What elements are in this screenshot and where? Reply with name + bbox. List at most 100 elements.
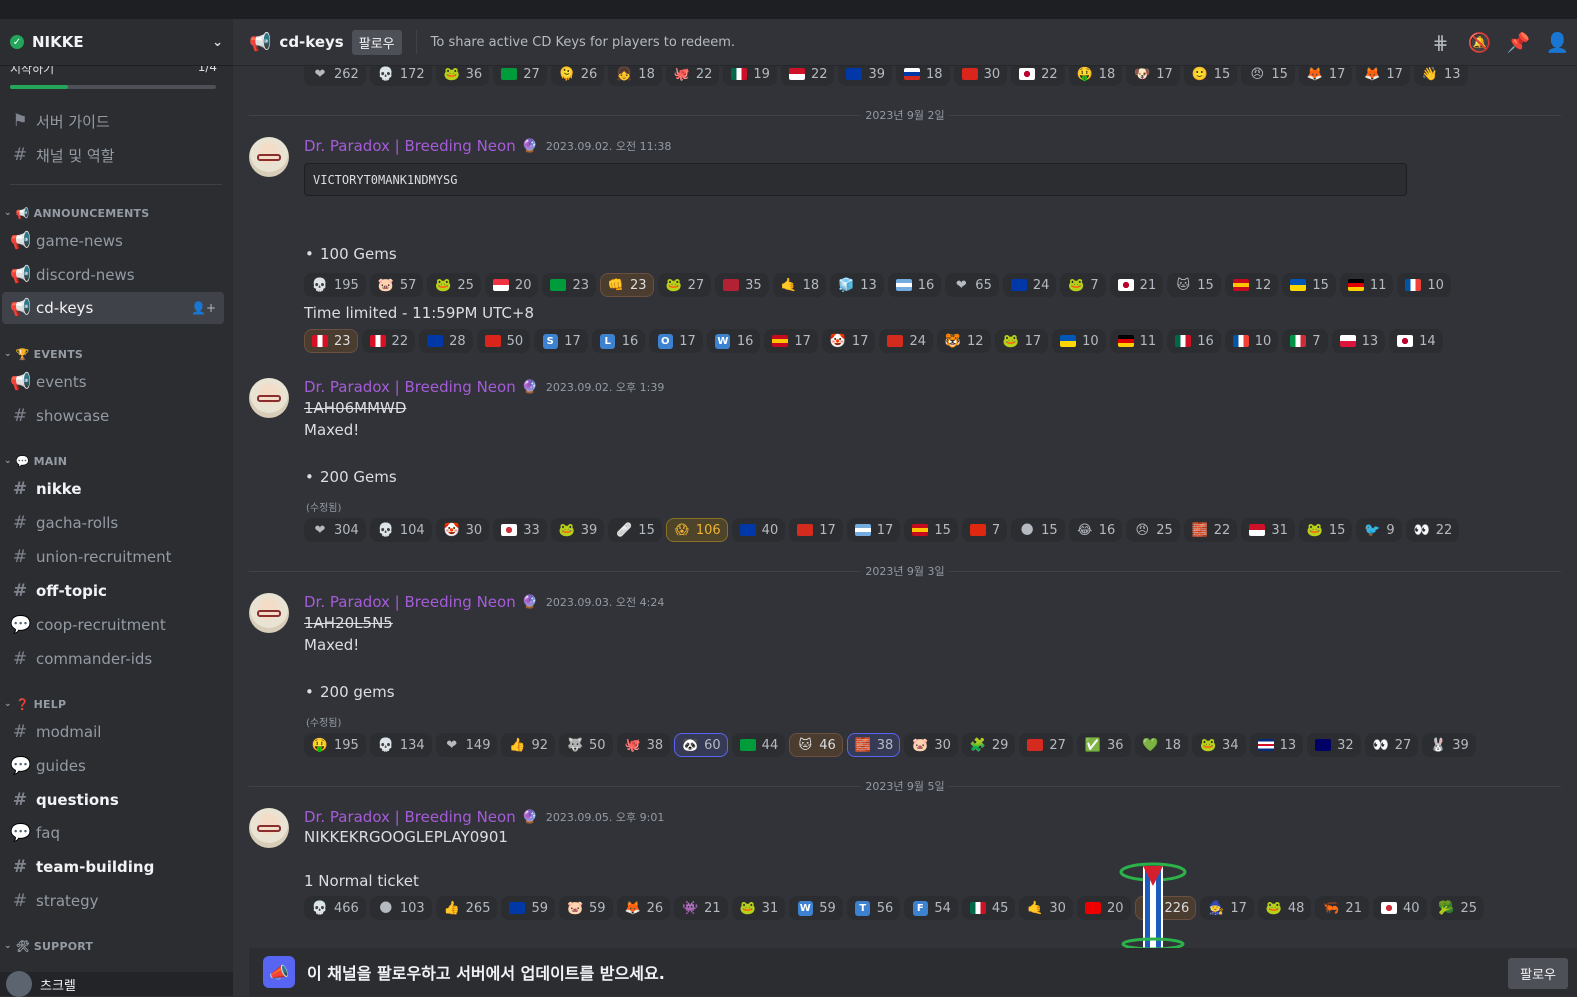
sidebar-item-channels-roles[interactable]: # 채널 및 역할 — [2, 139, 224, 171]
reaction-button[interactable]: 22 — [780, 66, 835, 86]
reaction-button[interactable]: 👍 92 — [501, 733, 556, 757]
reaction-button[interactable]: 59 — [501, 896, 556, 920]
reaction-button[interactable]: 17 — [789, 518, 843, 542]
server-header[interactable]: ✓ NIKKE ⌄ — [0, 19, 233, 66]
timestamp[interactable]: 2023.09.03. 오전 4:24 — [546, 594, 664, 610]
sidebar-item-game-news[interactable]: 📢 game-news — [2, 225, 224, 257]
reaction-button[interactable]: ❤ 262 — [304, 66, 366, 86]
reaction-button[interactable]: 13 — [1331, 329, 1386, 353]
sidebar-item-faq[interactable]: 💬 faq — [2, 817, 224, 849]
pin-icon[interactable]: 📌 — [1499, 31, 1538, 54]
avatar[interactable] — [249, 378, 289, 418]
reaction-button[interactable]: 20 — [484, 273, 539, 297]
reaction-button[interactable]: 🐸 15 — [1298, 518, 1353, 542]
reaction-button[interactable]: 🩹 15 — [608, 518, 662, 542]
reaction-button[interactable]: 🤙 18 — [772, 273, 827, 297]
follow-button[interactable]: 팔로우 — [1508, 958, 1568, 989]
sidebar-item-discord-news[interactable]: 📢 discord-news — [2, 259, 224, 291]
reaction-button[interactable]: 🦐 21 — [1315, 896, 1369, 920]
sidebar-item-modmail[interactable]: # modmail — [2, 716, 224, 748]
avatar[interactable] — [249, 137, 289, 177]
reaction-button[interactable]: 🐱 46 — [789, 733, 843, 757]
reaction-button[interactable]: 24 — [879, 329, 934, 353]
reaction-button[interactable]: 👍 265 — [435, 896, 498, 920]
follow-button[interactable]: 팔로우 — [351, 29, 402, 55]
reaction-button[interactable]: 11 — [1109, 329, 1164, 353]
reaction-button[interactable]: 🐸 48 — [1257, 896, 1312, 920]
reaction-button[interactable]: 🦊 17 — [1356, 66, 1410, 86]
reaction-button[interactable]: 33 — [493, 518, 547, 542]
sidebar-item-union-recruitment[interactable]: # union-recruitment — [2, 541, 224, 573]
reaction-button[interactable]: 45 — [961, 896, 1016, 920]
reaction-button[interactable]: 15 — [904, 518, 958, 542]
reaction-button[interactable]: 🐙 38 — [616, 733, 671, 757]
reaction-button[interactable]: 🐺 50 — [559, 733, 613, 757]
reaction-button[interactable]: 💚 18 — [1134, 733, 1189, 757]
reaction-button[interactable]: O 17 — [649, 329, 703, 353]
reaction-button[interactable]: 🧊 13 — [830, 273, 884, 297]
reaction-button[interactable]: 🐯 12 — [937, 329, 991, 353]
reaction-button[interactable]: 28 — [419, 329, 473, 353]
reaction-button[interactable]: 44 — [731, 733, 786, 757]
sidebar-item-coop-recruitment[interactable]: 💬 coop-recruitment — [2, 609, 224, 641]
reaction-button[interactable]: 24 — [1002, 273, 1057, 297]
chevron-down-icon[interactable]: ⌄ — [212, 35, 223, 50]
sidebar-item-showcase[interactable]: # showcase — [2, 400, 224, 432]
reaction-button[interactable]: 10 — [1224, 329, 1279, 353]
category-support[interactable]: ⌄ 🛠 SUPPORT — [4, 938, 93, 954]
reaction-button[interactable]: 16 — [1167, 329, 1221, 353]
reaction-button[interactable]: 19 — [723, 66, 777, 86]
sidebar-item-team-building[interactable]: # team-building — [2, 851, 224, 883]
sidebar-item-strategy[interactable]: # strategy — [2, 885, 224, 917]
reaction-button[interactable]: 23 — [304, 329, 358, 353]
reaction-button[interactable]: ❤ 65 — [945, 273, 999, 297]
reaction-button[interactable]: 🐸 31 — [731, 896, 786, 920]
reaction-button[interactable]: 17 — [846, 518, 901, 542]
reaction-button[interactable]: 14 — [1389, 329, 1443, 353]
reaction-button[interactable]: ❤ 149 — [435, 733, 498, 757]
reaction-button[interactable]: 10 — [1052, 329, 1106, 353]
sidebar-item-cd-keys[interactable]: 📢 cd-keys 👤+ — [2, 292, 224, 324]
reaction-button[interactable]: 💀 466 — [304, 896, 366, 920]
reaction-button[interactable]: 🤑 18 — [1068, 66, 1123, 86]
reaction-button[interactable]: 40 — [1372, 896, 1427, 920]
reaction-button[interactable]: 11 — [1339, 273, 1394, 297]
category-main[interactable]: ⌄ 💬 MAIN — [4, 453, 67, 469]
reaction-button[interactable]: 40 — [731, 518, 786, 542]
threads-icon[interactable]: ⋕ — [1421, 32, 1460, 54]
invite-member-icon[interactable]: 👤+ — [191, 301, 216, 315]
reaction-button[interactable]: 16 — [887, 273, 942, 297]
avatar[interactable] — [6, 971, 32, 997]
reaction-button[interactable]: 🐙 22 — [665, 66, 720, 86]
category-help[interactable]: ⌄ ❓ HELP — [4, 696, 66, 712]
reaction-button[interactable]: 🧱 38 — [846, 733, 901, 757]
reaction-button[interactable]: 💀 195 — [304, 273, 366, 297]
mute-bell-icon[interactable]: 🔕 — [1460, 31, 1499, 54]
member-list-icon[interactable]: 👤 — [1538, 31, 1577, 54]
author-name[interactable]: Dr. Paradox | Breeding Neon — [304, 808, 516, 826]
reaction-button[interactable]: L 16 — [591, 329, 646, 353]
reaction-button[interactable]: ❤ 304 — [304, 518, 366, 542]
reaction-button[interactable]: 35 — [715, 273, 769, 297]
reaction-button[interactable]: 😠 25 — [1126, 518, 1180, 542]
sidebar-item-off-topic[interactable]: # off-topic — [2, 575, 224, 607]
timestamp[interactable]: 2023.09.02. 오후 1:39 — [546, 379, 664, 395]
reaction-button[interactable]: 😂 16 — [1068, 518, 1123, 542]
sidebar-item-commander-ids[interactable]: # commander-ids — [2, 643, 224, 675]
reaction-button[interactable]: 23 — [542, 273, 597, 297]
reaction-button[interactable]: 🐷 57 — [369, 273, 424, 297]
reaction-button[interactable]: ✅ 36 — [1076, 733, 1131, 757]
author-name[interactable]: Dr. Paradox | Breeding Neon — [304, 137, 516, 155]
reaction-button[interactable]: 👧 18 — [608, 66, 662, 86]
author-name[interactable]: Dr. Paradox | Breeding Neon — [304, 593, 516, 611]
reaction-button[interactable]: 7 — [1282, 329, 1328, 353]
reaction-button[interactable]: 🦊 26 — [616, 896, 671, 920]
reaction-button[interactable]: 22 — [1011, 66, 1065, 86]
reaction-button[interactable]: W 16 — [706, 329, 761, 353]
reaction-button[interactable]: 😠 15 — [1241, 66, 1295, 86]
reaction-button[interactable]: 🐱 15 — [1167, 273, 1221, 297]
reaction-button[interactable]: 👋 13 — [1413, 66, 1468, 86]
reaction-button[interactable]: 🌑 15 — [1011, 518, 1065, 542]
reaction-button[interactable]: 13 — [1249, 733, 1304, 757]
reaction-button[interactable]: 🐦 9 — [1356, 518, 1402, 542]
